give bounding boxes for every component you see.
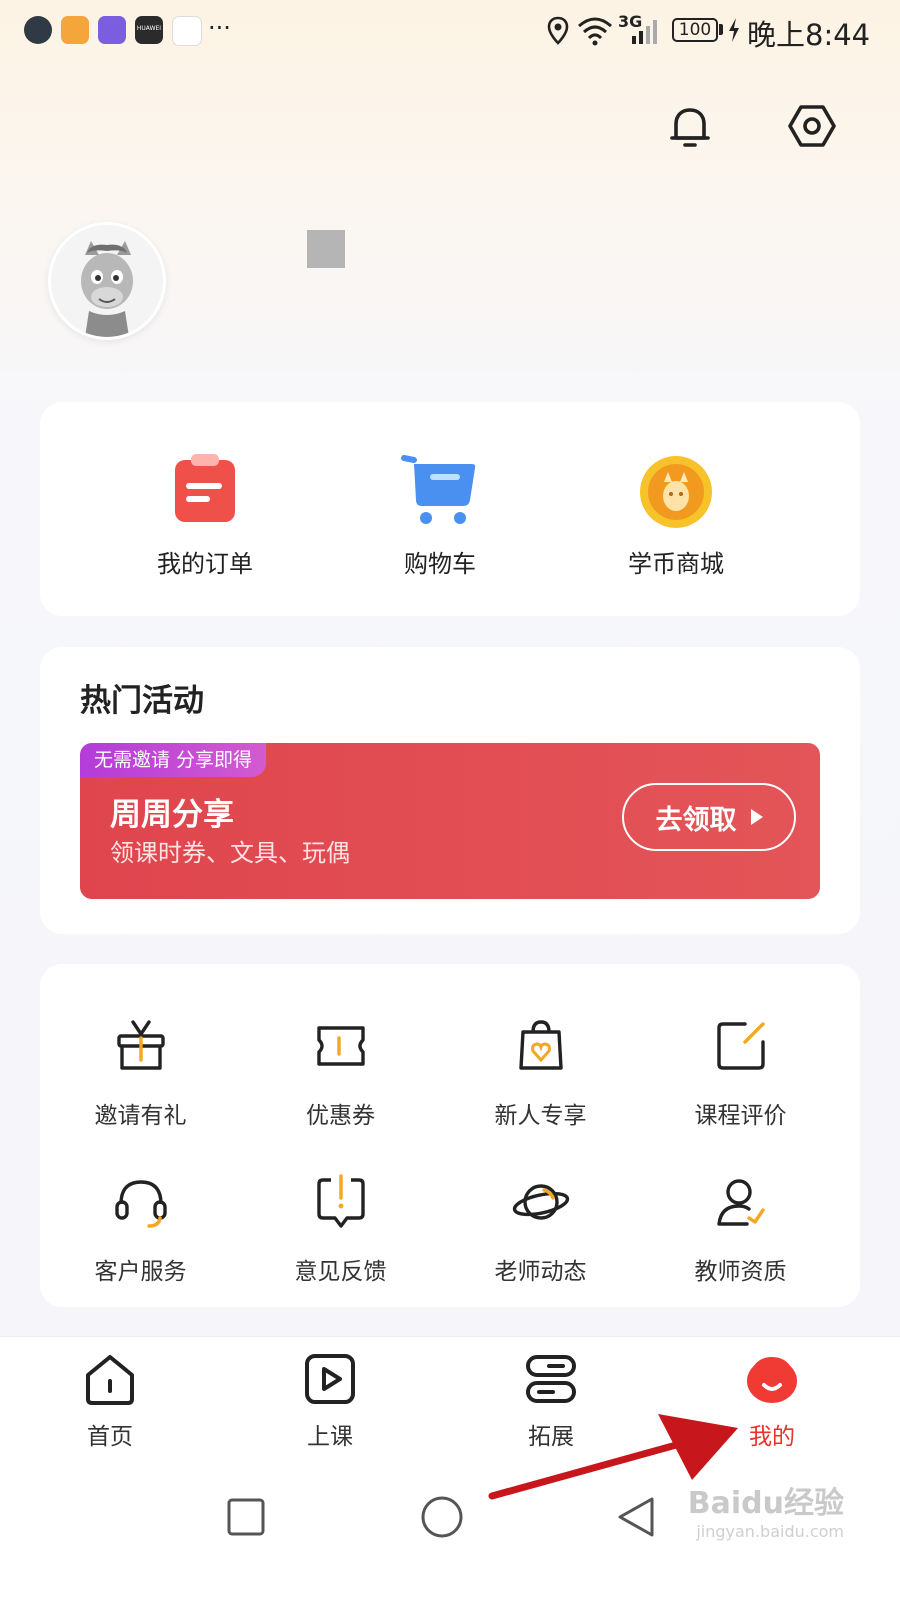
tab-home[interactable]: 首页 xyxy=(40,1351,180,1451)
bell-icon[interactable] xyxy=(664,100,716,152)
banner-subtitle: 领课时券、文具、玩偶 xyxy=(110,839,350,867)
package-icon xyxy=(61,16,89,44)
coupon-icon xyxy=(316,1026,365,1066)
teacher-check-icon xyxy=(716,1179,765,1226)
feedback-icon xyxy=(316,1174,365,1228)
headset-icon xyxy=(114,1180,167,1228)
shopping-cart-icon xyxy=(401,455,476,524)
edit-icon xyxy=(716,1022,765,1070)
recent-apps-icon[interactable] xyxy=(226,1497,266,1537)
home-icon xyxy=(86,1355,134,1405)
weekly-share-banner[interactable]: 无需邀请 分享即得 周周分享 领课时券、文具、玩偶 去领取 xyxy=(80,743,820,899)
tab-class[interactable]: 上课 xyxy=(260,1351,400,1451)
triangle-right-icon xyxy=(750,809,763,825)
huawei-label: HUAWEI xyxy=(136,25,162,32)
teacher-news-label: 老师动态 xyxy=(494,1259,587,1285)
my-orders-label: 我的订单 xyxy=(157,550,253,578)
feedback-button[interactable]: 意见反馈 xyxy=(238,1172,443,1286)
tab-class-label: 上课 xyxy=(307,1424,353,1450)
status-bar: HUAWEI ··· 3G 100 晚上8:44 xyxy=(0,0,900,62)
coupon-label: 优惠券 xyxy=(306,1103,375,1129)
compass-icon xyxy=(172,16,202,46)
hot-activities-card: 热门活动 无需邀请 分享即得 周周分享 领课时券、文具、玩偶 去领取 xyxy=(40,647,860,934)
play-icon xyxy=(305,1354,355,1404)
claim-button[interactable]: 去领取 xyxy=(622,783,796,851)
messages-icon xyxy=(24,16,52,44)
quick-actions-card: 我的订单 购物车 学币商城 xyxy=(40,402,860,616)
clock: 晚上8:44 xyxy=(747,18,871,52)
signal-icon xyxy=(632,20,657,44)
customer-service-button[interactable]: 客户服务 xyxy=(38,1172,243,1286)
invite-gift-label: 邀请有礼 xyxy=(94,1103,187,1129)
shopping-cart-button[interactable]: 购物车 xyxy=(340,450,540,579)
feedback-label: 意见反馈 xyxy=(294,1259,387,1285)
bag-heart-icon xyxy=(518,1020,563,1070)
gift-icon xyxy=(116,1020,165,1070)
avatar[interactable] xyxy=(48,222,166,340)
home-circle-icon[interactable] xyxy=(420,1495,464,1539)
my-orders-button[interactable]: 我的订单 xyxy=(105,450,305,579)
customer-service-label: 客户服务 xyxy=(94,1259,187,1285)
teacher-qualification-label: 教师资质 xyxy=(694,1259,787,1285)
newcomer-button[interactable]: 新人专享 xyxy=(438,1016,643,1130)
battery-tip xyxy=(719,24,723,35)
watermark-url: jingyan.baidu.com xyxy=(696,1522,844,1541)
coin-mall-label: 学币商城 xyxy=(628,550,724,578)
services-card: 邀请有礼 优惠券 新人专享 课程评价 客户服务 意见反馈 老师动态 教师资质 xyxy=(40,964,860,1307)
charging-icon xyxy=(729,18,739,42)
teacher-qualification-button[interactable]: 教师资质 xyxy=(638,1172,843,1286)
hexagon-settings-icon[interactable] xyxy=(786,100,838,152)
location-icon xyxy=(547,16,569,45)
teacher-news-button[interactable]: 老师动态 xyxy=(438,1172,643,1286)
huawei-icon: HUAWEI xyxy=(135,16,163,44)
banner-title: 周周分享 xyxy=(110,797,234,833)
me-icon xyxy=(747,1357,797,1403)
course-review-label: 课程评价 xyxy=(694,1103,787,1129)
coin-icon xyxy=(640,456,712,528)
tab-home-label: 首页 xyxy=(87,1424,133,1450)
order-clipboard-icon xyxy=(175,454,235,522)
shopping-cart-label: 购物车 xyxy=(404,550,476,578)
extend-icon xyxy=(526,1355,576,1403)
bottom-tab-bar: 首页 上课 拓展 我的 xyxy=(0,1336,900,1465)
album-icon xyxy=(98,16,126,44)
course-review-button[interactable]: 课程评价 xyxy=(638,1016,843,1130)
section-title: 热门活动 xyxy=(80,683,204,719)
battery-indicator: 100 xyxy=(672,18,718,42)
more-notifications: ··· xyxy=(208,14,231,42)
battery-level: 100 xyxy=(678,20,712,40)
newcomer-label: 新人专享 xyxy=(494,1103,587,1129)
claim-button-label: 去领取 xyxy=(655,804,737,836)
wifi-icon xyxy=(578,17,612,46)
user-name-redacted xyxy=(307,230,345,268)
invite-gift-button[interactable]: 邀请有礼 xyxy=(38,1016,243,1130)
planet-icon xyxy=(512,1184,569,1220)
coin-mall-button[interactable]: 学币商城 xyxy=(576,450,776,579)
coupon-button[interactable]: 优惠券 xyxy=(238,1016,443,1130)
banner-tag: 无需邀请 分享即得 xyxy=(80,743,267,777)
pony-avatar xyxy=(81,241,133,337)
watermark-brand: Baidu经验 xyxy=(687,1486,844,1521)
